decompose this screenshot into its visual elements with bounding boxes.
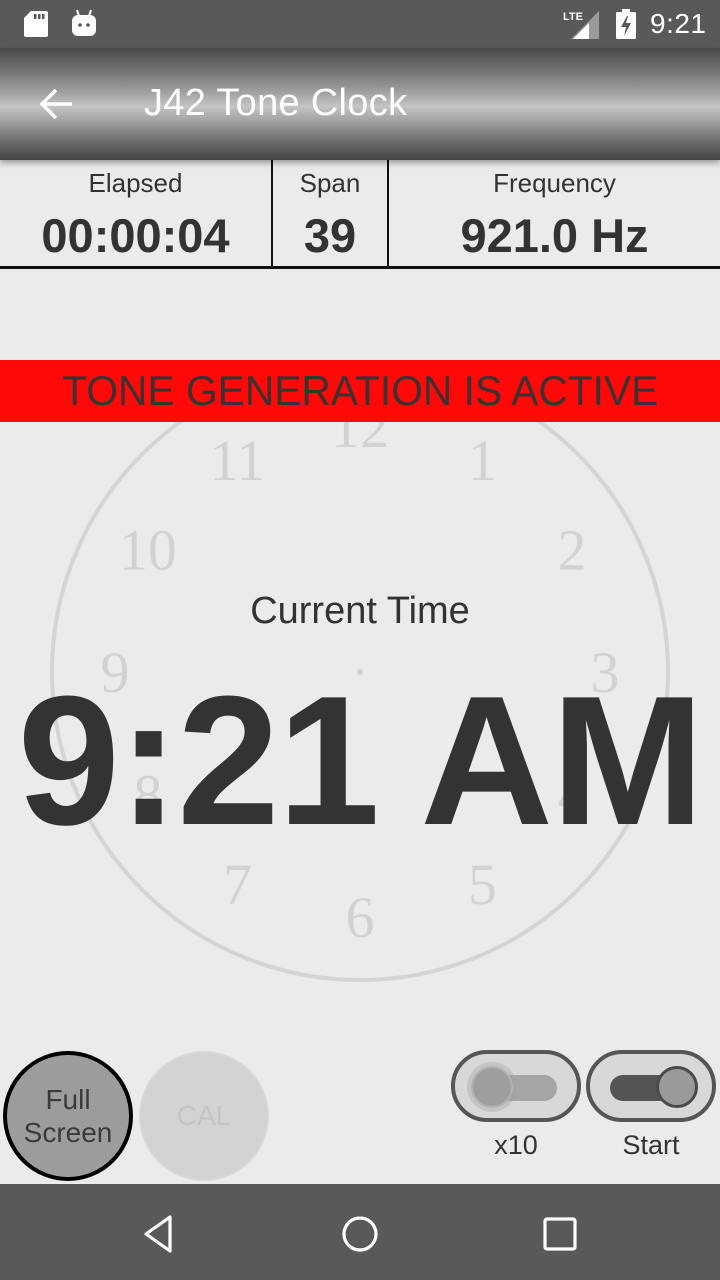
nav-back-button[interactable] — [138, 1212, 182, 1256]
span-label: Span — [299, 168, 361, 198]
back-button[interactable] — [30, 82, 78, 126]
start-toggle-knob[interactable] — [656, 1066, 698, 1108]
status-clock: 9:21 — [650, 8, 707, 39]
span-value: 39 — [303, 209, 357, 262]
status-bar: LTE 9:21 — [0, 0, 720, 48]
battery-charging-icon — [616, 9, 636, 39]
back-triangle-icon — [144, 1215, 172, 1253]
navigation-bar — [0, 1184, 720, 1280]
elapsed-stat: Elapsed 00:00:04 — [0, 160, 273, 266]
full-screen-label-line2: Screen — [23, 1117, 113, 1148]
frequency-value: 921.0 Hz — [460, 209, 649, 262]
banner-text: TONE GENERATION IS ACTIVE — [61, 367, 659, 414]
stats-header: Elapsed 00:00:04 Span 39 Frequency 921.0… — [0, 160, 720, 269]
frequency-label: Frequency — [493, 168, 616, 198]
current-time-value: 9:21 AM — [17, 657, 705, 863]
span-stat: Span 39 — [273, 160, 389, 266]
nav-home-button[interactable] — [338, 1212, 382, 1256]
elapsed-value: 00:00:04 — [41, 209, 230, 262]
elapsed-label: Elapsed — [88, 168, 183, 198]
sd-card-icon — [24, 11, 48, 37]
start-toggle[interactable] — [586, 1050, 716, 1122]
full-screen-label-line1: Full — [45, 1084, 91, 1115]
home-circle-icon — [342, 1216, 378, 1252]
start-label: Start — [622, 1130, 680, 1160]
lte-signal-icon: LTE — [563, 11, 599, 39]
frequency-stat: Frequency 921.0 Hz — [389, 160, 720, 266]
app-title: J42 Tone Clock — [144, 82, 408, 124]
x10-toggle[interactable] — [451, 1050, 581, 1122]
dial-numeral-2: 2 — [558, 518, 587, 583]
svg-text:LTE: LTE — [563, 11, 583, 23]
dial-numeral-1: 1 — [468, 428, 497, 493]
recents-square-icon — [543, 1217, 577, 1251]
dial-numeral-6: 6 — [346, 885, 375, 950]
x10-toggle-knob[interactable] — [471, 1066, 513, 1108]
full-screen-button[interactable]: Full Screen — [3, 1051, 133, 1181]
tone-active-banner: TONE GENERATION IS ACTIVE — [0, 360, 720, 422]
cal-button[interactable]: CAL — [139, 1051, 269, 1181]
android-debug-icon — [72, 9, 96, 36]
current-time-label: Current Time — [250, 590, 470, 632]
nav-recents-button[interactable] — [538, 1212, 582, 1256]
x10-label: x10 — [494, 1130, 538, 1160]
dial-numeral-10: 10 — [119, 518, 177, 583]
app-bar: J42 Tone Clock — [0, 48, 720, 160]
cal-label: CAL — [176, 1100, 232, 1131]
arrow-left-icon — [39, 88, 72, 120]
dial-numeral-11: 11 — [210, 428, 266, 493]
